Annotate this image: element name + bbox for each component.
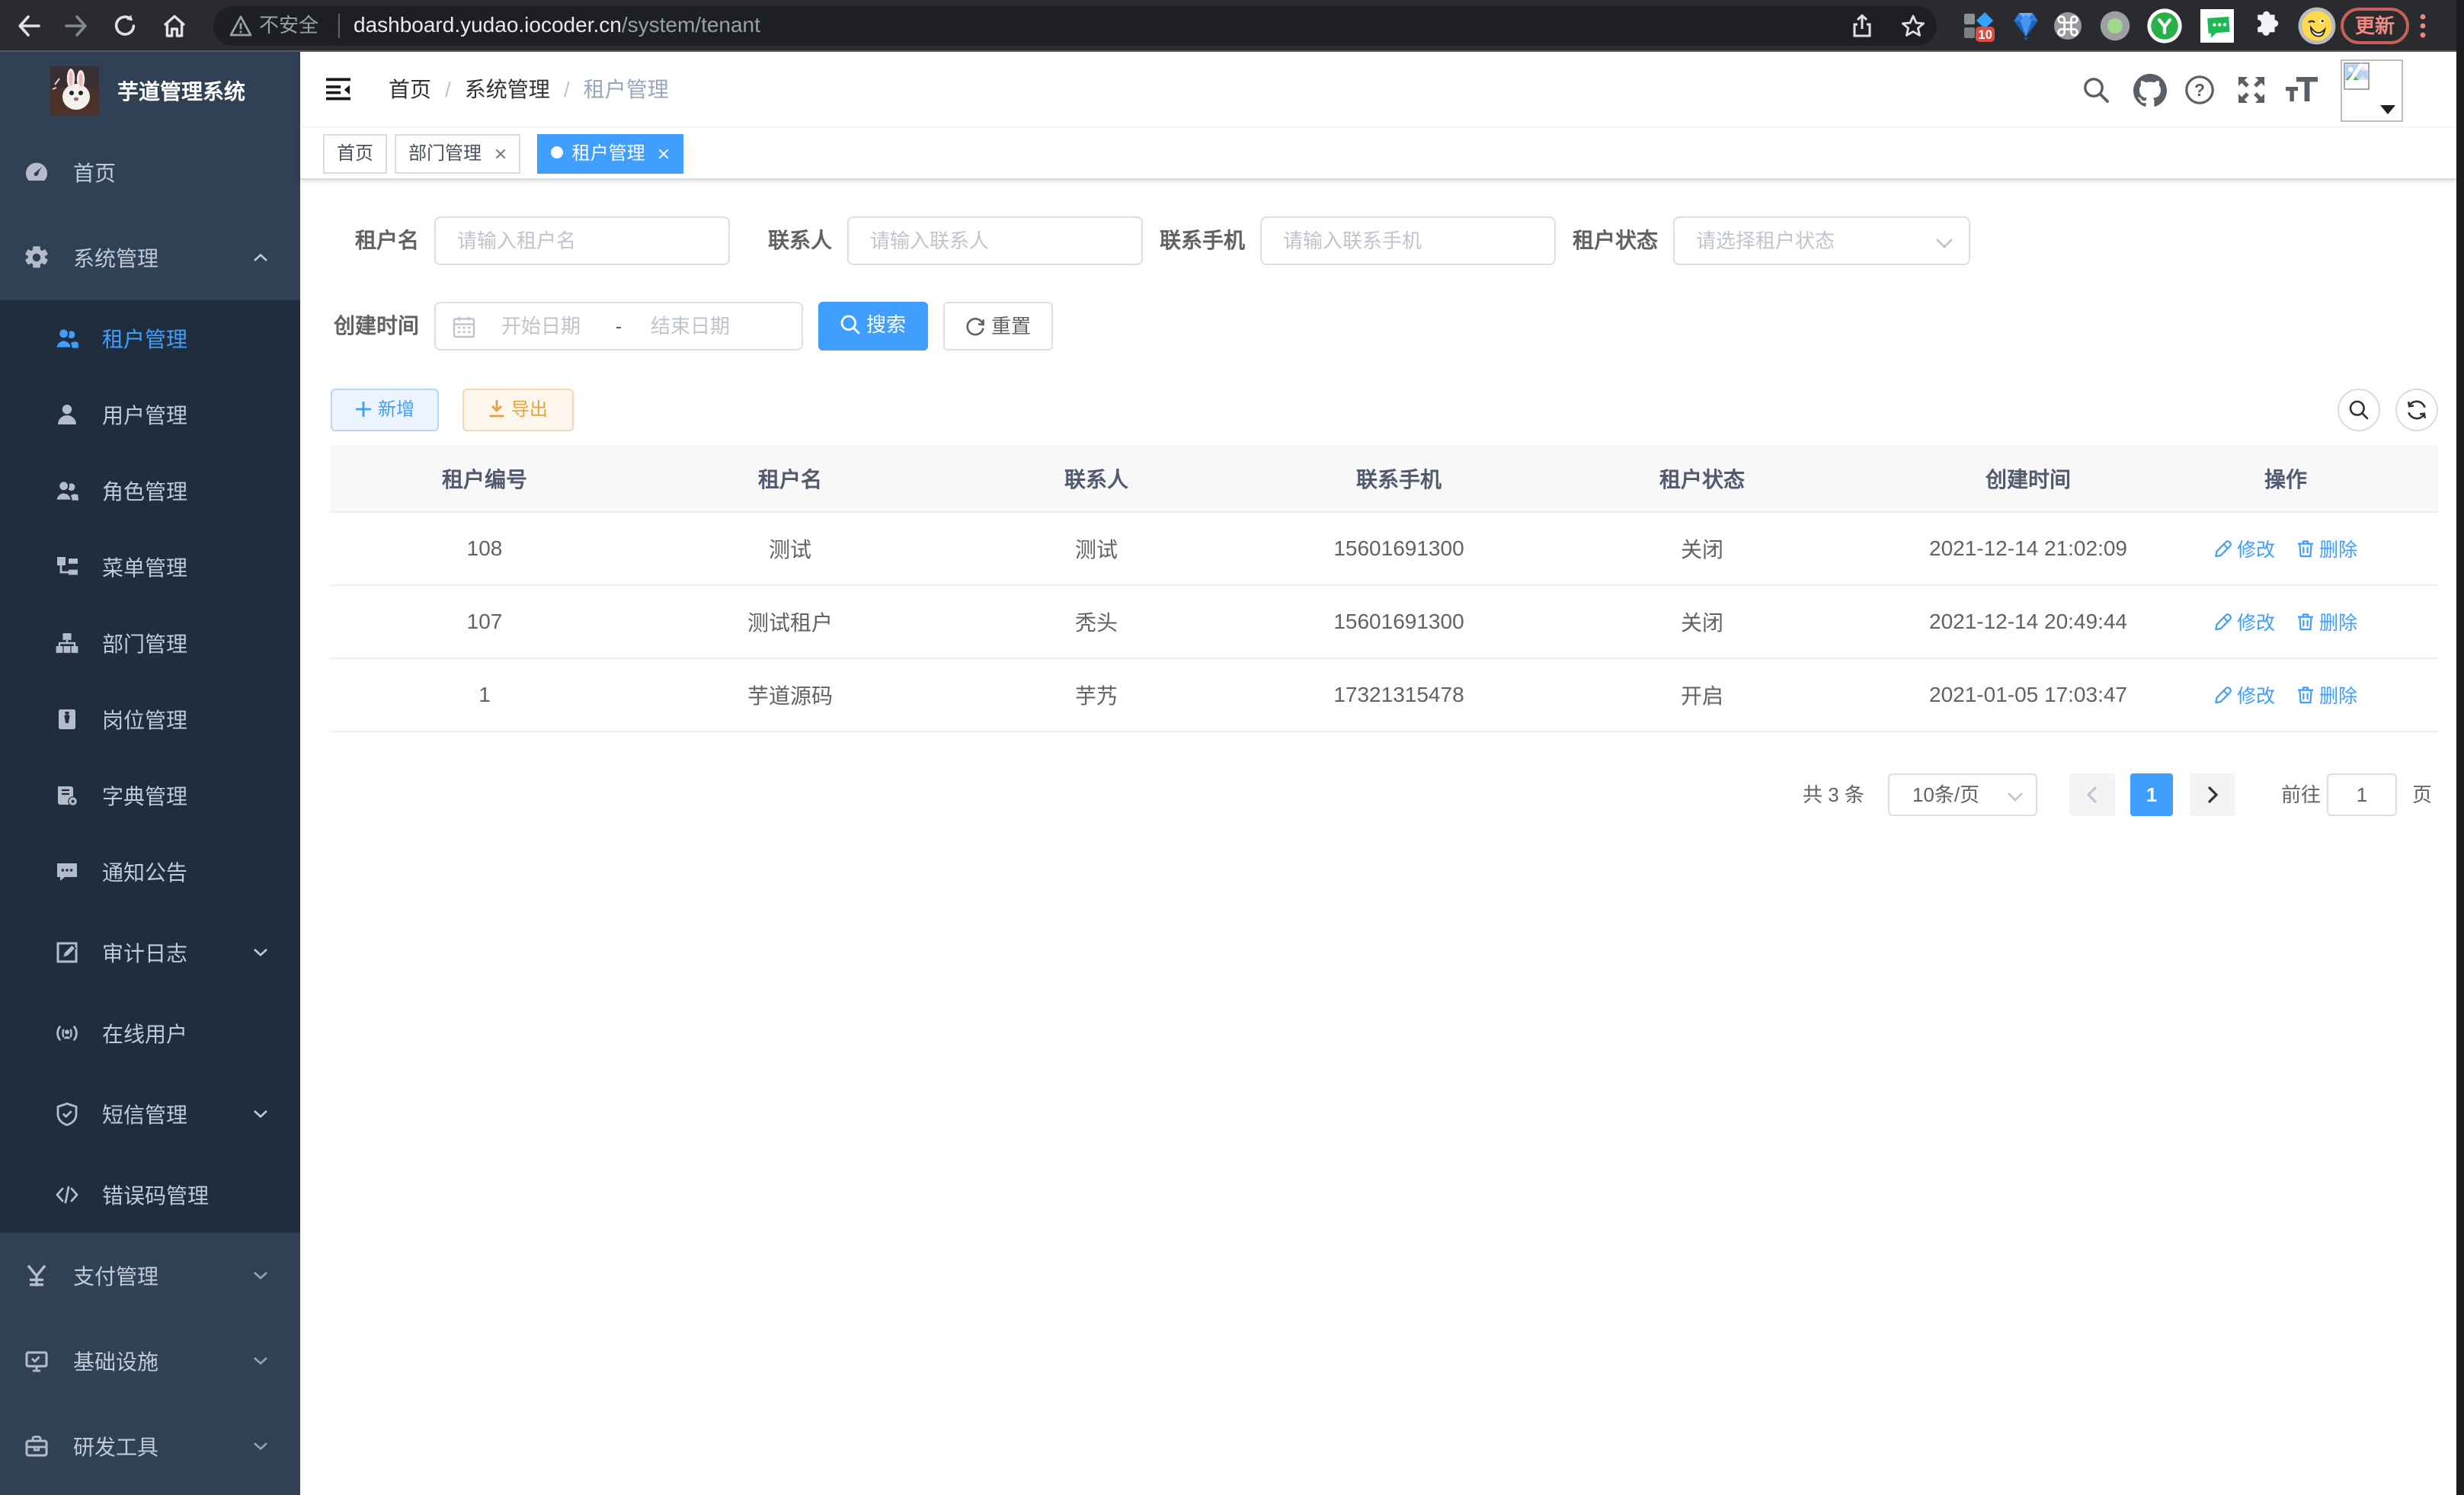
svg-text:?: ? bbox=[2194, 80, 2205, 100]
svg-text:10: 10 bbox=[1978, 27, 1992, 42]
